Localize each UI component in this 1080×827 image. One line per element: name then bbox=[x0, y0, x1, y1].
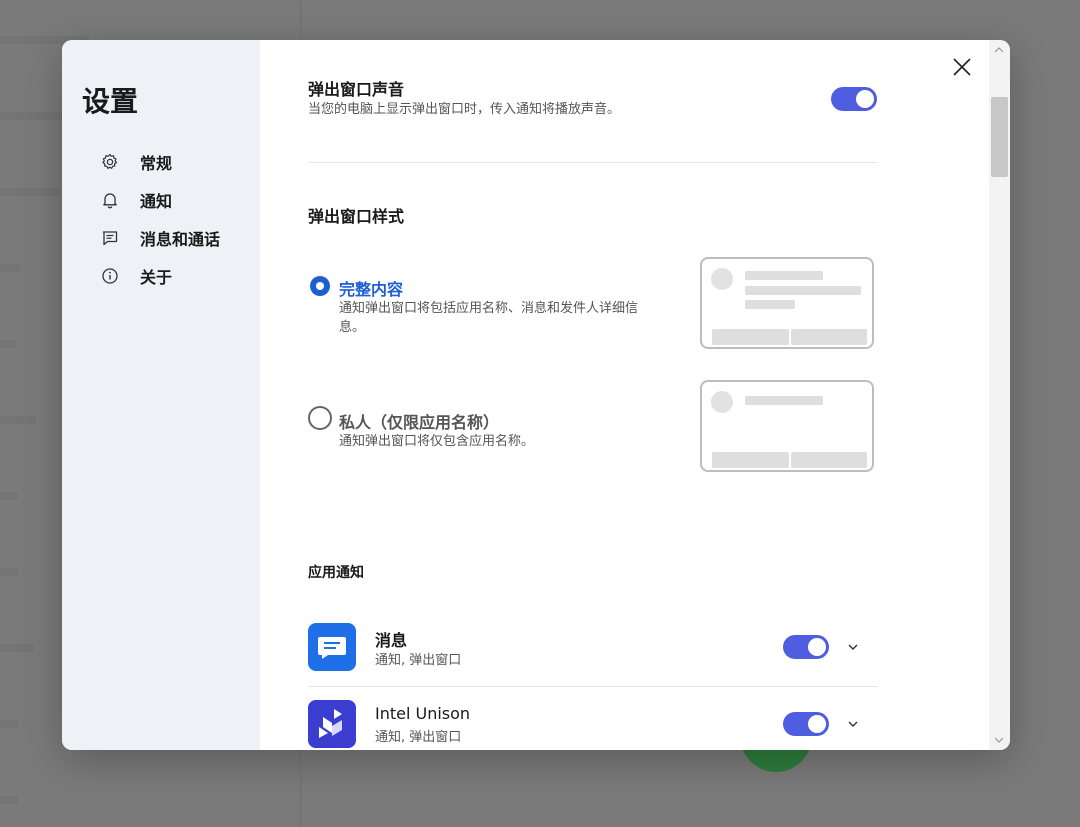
toggle-knob bbox=[856, 90, 874, 108]
nav-item-messages-calls[interactable]: 消息和通话 bbox=[100, 224, 220, 252]
private-description: 通知弹出窗口将仅包含应用名称。 bbox=[339, 434, 535, 449]
close-button[interactable] bbox=[948, 55, 976, 83]
preview-line bbox=[745, 300, 795, 309]
app-name: 消息 bbox=[375, 631, 408, 650]
scrollbar-thumb[interactable] bbox=[991, 97, 1008, 177]
row-divider bbox=[308, 686, 878, 687]
gear-icon bbox=[100, 152, 120, 172]
preview-avatar bbox=[711, 391, 733, 413]
messages-toggle[interactable] bbox=[783, 635, 829, 659]
preview-button bbox=[791, 329, 867, 345]
app-subtitle: 通知, 弹出窗口 bbox=[375, 730, 462, 745]
messages-app-icon bbox=[308, 623, 356, 671]
info-icon bbox=[100, 266, 120, 286]
full-content-description: 通知弹出窗口将包括应用名称、消息和发件人详细信息。 bbox=[339, 301, 639, 335]
preview-button bbox=[791, 452, 867, 468]
app-notifications-title: 应用通知 bbox=[308, 565, 364, 581]
nav-item-about[interactable]: 关于 bbox=[100, 262, 172, 290]
intel-unison-icon bbox=[308, 700, 356, 748]
full-content-preview bbox=[700, 257, 874, 349]
full-content-radio[interactable] bbox=[310, 276, 330, 296]
private-preview bbox=[700, 380, 874, 472]
popup-sound-description: 当您的电脑上显示弹出窗口时，传入通知将播放声音。 bbox=[308, 102, 621, 117]
nav-item-general[interactable]: 常规 bbox=[100, 148, 172, 176]
popup-sound-toggle[interactable] bbox=[831, 87, 877, 111]
app-row-messages[interactable]: 消息 通知, 弹出窗口 bbox=[308, 615, 878, 685]
preview-button bbox=[712, 452, 789, 468]
scroll-down-icon[interactable] bbox=[992, 734, 1006, 746]
close-icon bbox=[953, 58, 971, 80]
nav-item-label: 通知 bbox=[140, 192, 173, 211]
toggle-knob bbox=[808, 638, 826, 656]
preview-line bbox=[745, 286, 861, 295]
preview-avatar bbox=[711, 268, 733, 290]
preview-line bbox=[745, 271, 823, 280]
message-icon bbox=[100, 228, 120, 248]
scrollbar[interactable] bbox=[989, 40, 1010, 750]
nav-item-label: 常规 bbox=[140, 154, 173, 173]
app-subtitle: 通知, 弹出窗口 bbox=[375, 653, 462, 668]
chevron-down-icon[interactable] bbox=[843, 714, 863, 734]
toggle-knob bbox=[808, 715, 826, 733]
scroll-up-icon[interactable] bbox=[992, 44, 1006, 56]
preview-line bbox=[745, 396, 823, 405]
settings-sidebar: 设置 常规 通知 消息和通话 关于 bbox=[62, 40, 260, 750]
section-divider bbox=[308, 162, 878, 163]
popup-sound-title: 弹出窗口声音 bbox=[308, 80, 405, 99]
full-content-label[interactable]: 完整内容 bbox=[339, 276, 403, 300]
intel-unison-toggle[interactable] bbox=[783, 712, 829, 736]
popup-style-title: 弹出窗口样式 bbox=[308, 207, 405, 226]
private-radio[interactable] bbox=[308, 406, 332, 430]
app-row-intel-unison[interactable]: Intel Unison 通知, 弹出窗口 bbox=[308, 692, 878, 750]
private-label[interactable]: 私人（仅限应用名称） bbox=[339, 409, 499, 433]
app-name: Intel Unison bbox=[375, 704, 471, 723]
settings-content: 弹出窗口声音 当您的电脑上显示弹出窗口时，传入通知将播放声音。 弹出窗口样式 完… bbox=[308, 40, 878, 750]
settings-dialog: 设置 常规 通知 消息和通话 关于 弹出窗口声音 当您的电脑上显示弹出窗口时，传… bbox=[62, 40, 1010, 750]
nav-item-label: 关于 bbox=[140, 268, 173, 287]
preview-button bbox=[712, 329, 789, 345]
chevron-down-icon[interactable] bbox=[843, 637, 863, 657]
bell-icon bbox=[100, 190, 120, 210]
sidebar-title: 设置 bbox=[82, 85, 139, 118]
nav-item-notifications[interactable]: 通知 bbox=[100, 186, 172, 214]
nav-item-label: 消息和通话 bbox=[140, 230, 221, 249]
